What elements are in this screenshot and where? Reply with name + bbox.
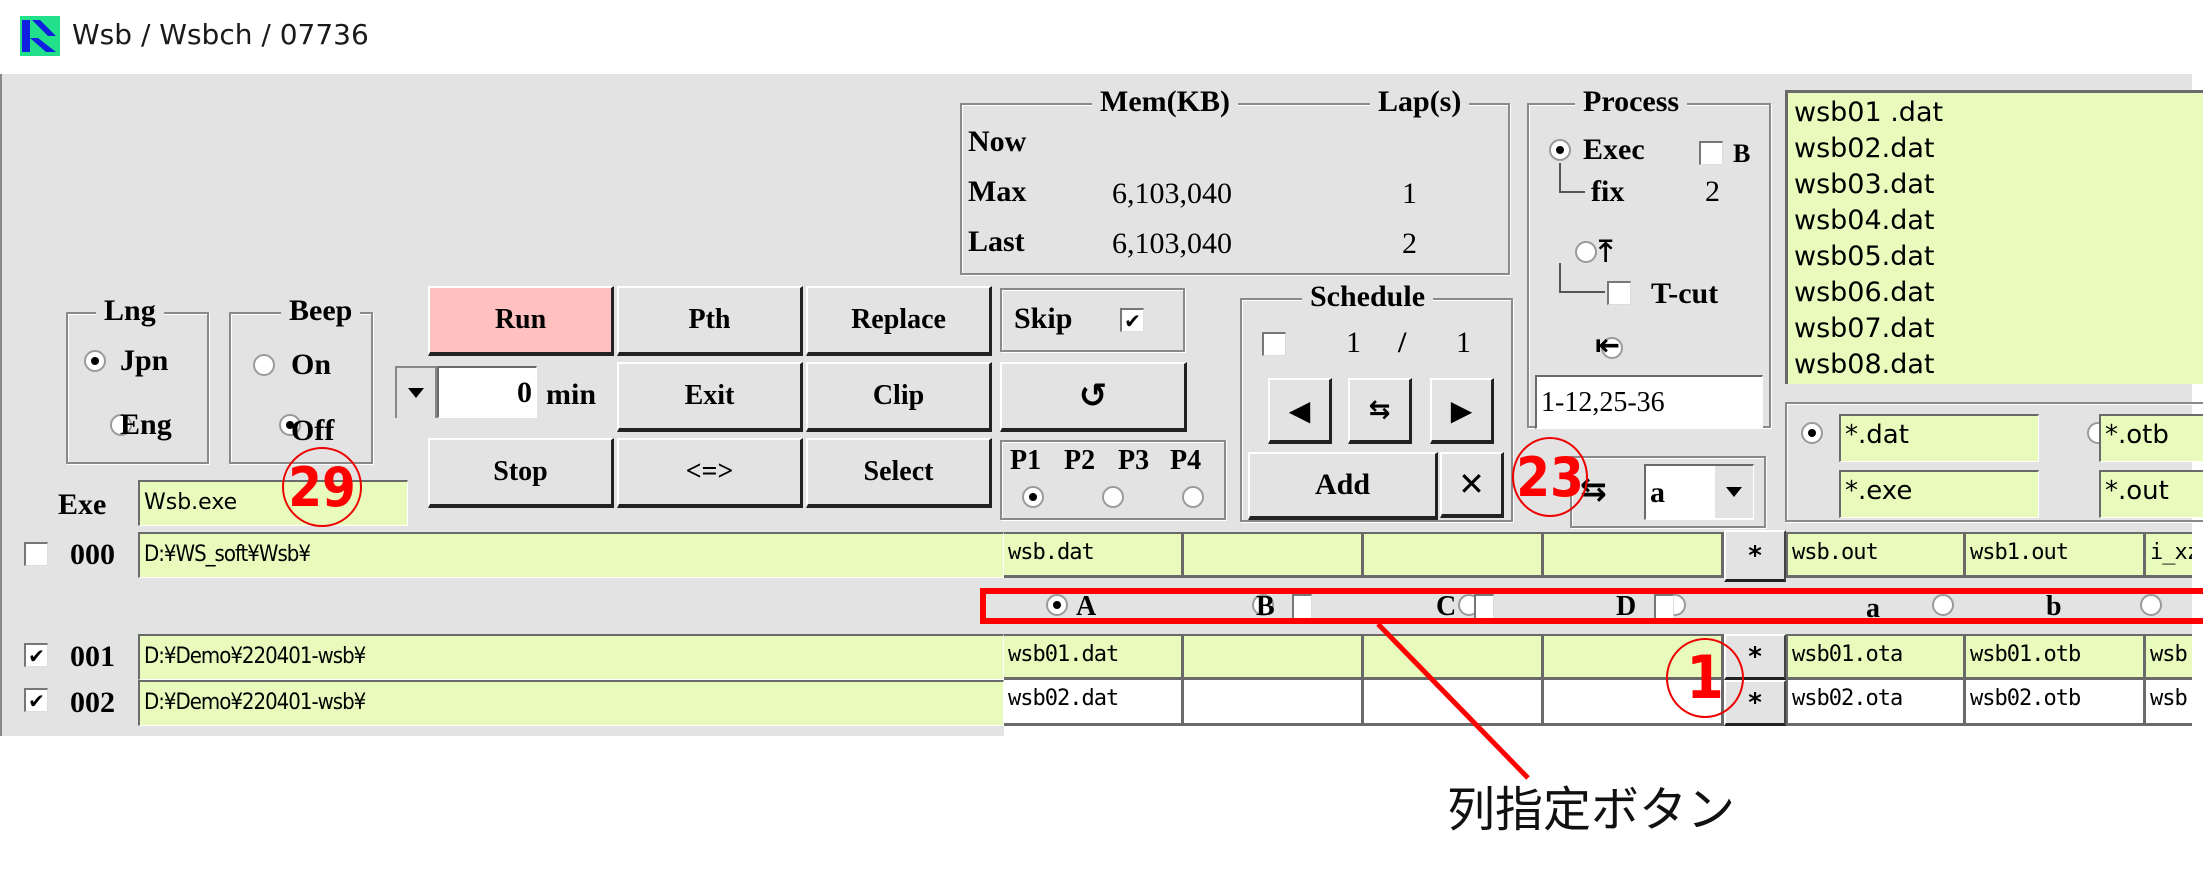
annotation-pointer-line xyxy=(1376,622,1530,780)
annotation-badge-29: 29 xyxy=(282,447,362,527)
annotation-badge-23: 23 xyxy=(1512,437,1588,517)
annotation-badge-1: 1 xyxy=(1666,638,1744,718)
annotation-caption: 列指定ボタン xyxy=(1447,782,1736,838)
